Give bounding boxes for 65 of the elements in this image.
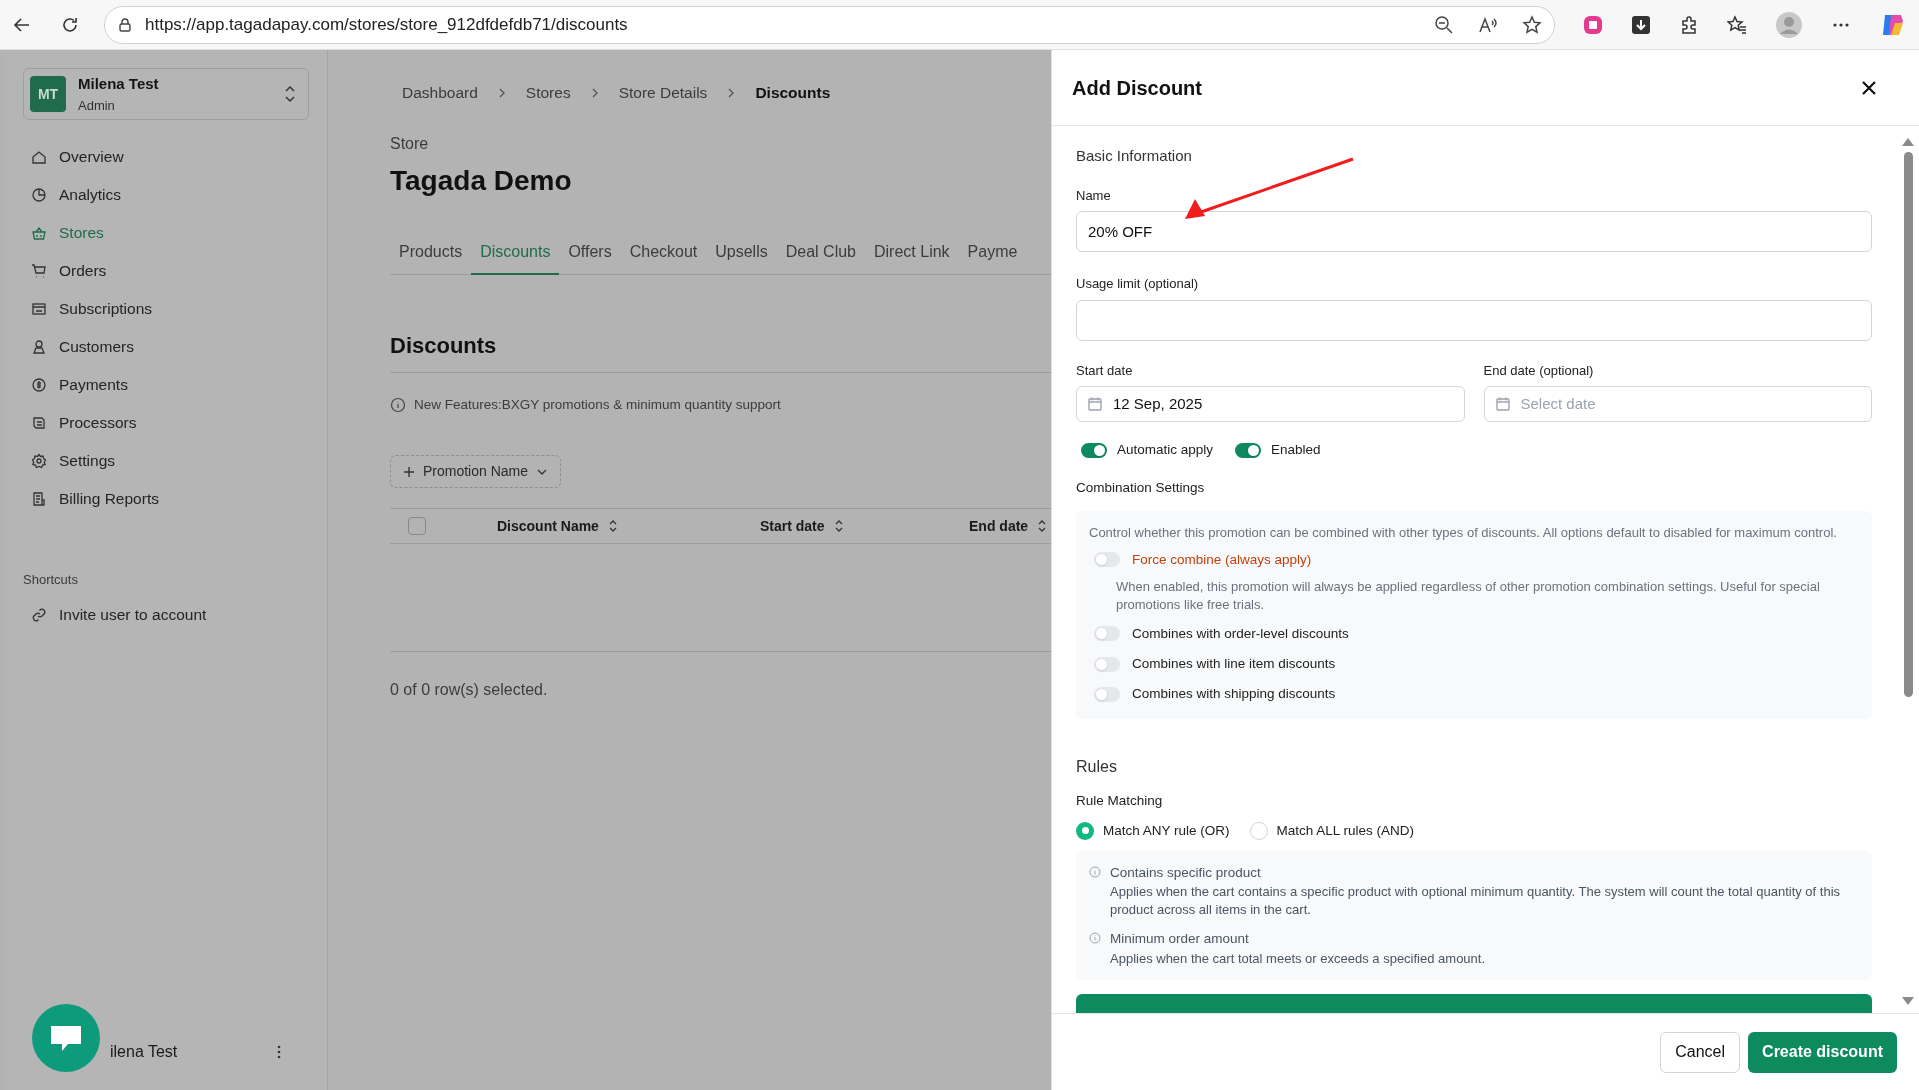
- start-date-field[interactable]: 12 Sep, 2025: [1076, 386, 1465, 422]
- account-role: Admin: [78, 96, 116, 115]
- nav-item[interactable]: Billing Reports: [23, 484, 309, 514]
- rule-description: Applies when the cart contains a specific product with optional minimum quantity. The system will count the total quantity of this product across all items in the cart.: [1110, 883, 1842, 920]
- promotion-name-filter[interactable]: Promotion Name: [390, 455, 562, 489]
- notice-text: New Features:BXGY promotions & minimum quantity support: [414, 396, 781, 414]
- selection-count: 0 of 0 row(s) selected.: [390, 680, 549, 701]
- section-heading: Basic Information: [1076, 146, 1193, 166]
- account-switcher[interactable]: MT Milena Test Admin: [23, 68, 309, 120]
- nav-item[interactable]: Settings: [23, 446, 309, 476]
- rule-title: Minimum order amount: [1110, 930, 1250, 949]
- user-name: ilena Test: [110, 1042, 178, 1062]
- cancel-button[interactable]: Cancel: [1660, 1031, 1741, 1073]
- nav-item[interactable]: Subscriptions: [23, 294, 309, 324]
- toggle-label: Enabled: [1271, 441, 1321, 459]
- store-label: Store: [390, 134, 430, 154]
- create-discount-button[interactable]: Create discount: [1748, 1031, 1897, 1073]
- tab[interactable]: Deal Club: [776, 230, 865, 275]
- url-text: https://app.tagadapay.com/stores/store_912dfdefdb71/discounts: [145, 13, 629, 36]
- nav-item[interactable]: Payments: [23, 370, 309, 400]
- name-field[interactable]: 20% OFF: [1076, 211, 1872, 252]
- rule-title: Contains specific product: [1110, 864, 1262, 882]
- column-header[interactable]: End date: [969, 515, 1049, 537]
- field-label: Start date: [1076, 361, 1134, 380]
- address-bar[interactable]: https://app.tagadapay.com/stores/store_912dfdefdb71/discounts: [104, 5, 1555, 44]
- field-label: Rule Matching: [1076, 791, 1164, 810]
- option-label: Force combine (always apply): [1132, 550, 1312, 569]
- breadcrumb-link[interactable]: Dashboard: [402, 80, 478, 105]
- toggle-label: Automatic apply: [1117, 441, 1214, 459]
- nav-item[interactable]: Orders: [23, 256, 309, 286]
- nav-item[interactable]: Customers: [23, 332, 309, 362]
- breadcrumb-current[interactable]: Discounts: [755, 80, 831, 105]
- section-heading: Combination Settings: [1076, 479, 1206, 498]
- tab[interactable]: Products: [390, 230, 472, 275]
- tab[interactable]: Checkout: [620, 230, 707, 275]
- breadcrumb-link[interactable]: Store Details: [618, 80, 708, 105]
- field-label: Usage limit (optional): [1076, 275, 1200, 293]
- radio-label: Match ANY rule (OR): [1103, 821, 1230, 840]
- account-name: Milena Test: [78, 74, 160, 94]
- rule-description: Applies when the cart total meets or exceeds a specified amount.: [1110, 949, 1486, 968]
- nav-item[interactable]: Processors: [23, 408, 309, 438]
- avatar: MT: [30, 76, 66, 112]
- section-title: Discounts: [390, 329, 1051, 373]
- nav-item[interactable]: Overview: [23, 142, 309, 172]
- option-label: Combines with shipping discounts: [1132, 685, 1336, 704]
- column-header[interactable]: Start date: [760, 515, 845, 537]
- option-label: Combines with order-level discounts: [1132, 624, 1349, 643]
- radio-label: Match ALL rules (AND): [1276, 821, 1415, 840]
- nav-item[interactable]: Analytics: [23, 180, 309, 210]
- tab[interactable]: Offers: [559, 230, 621, 275]
- drawer-title: Add Discount: [1072, 75, 1202, 101]
- store-name: Tagada Demo: [390, 164, 573, 198]
- panel-description: Control whether this promotion can be combined with other types of discounts. All options default to disabled for maximum control.: [1089, 523, 1838, 542]
- breadcrumb-link[interactable]: Stores: [525, 80, 571, 105]
- field-label: Name: [1076, 186, 1112, 205]
- option-description: When enabled, this promotion will always be applied regardless of other promotion combination settings. Useful for special promotions like free trials.: [1116, 577, 1821, 614]
- option-label: Combines with line item discounts: [1132, 655, 1336, 673]
- shortcuts-heading: Shortcuts: [23, 571, 79, 589]
- section-heading: Rules: [1076, 756, 1118, 777]
- tab[interactable]: Direct Link: [865, 230, 959, 275]
- field-label: End date (optional): [1483, 361, 1595, 380]
- column-header[interactable]: Discount Name: [497, 515, 619, 537]
- shortcut-link[interactable]: Invite user to account: [23, 599, 309, 630]
- tab[interactable]: Payme: [958, 230, 1027, 275]
- tab[interactable]: Upsells: [706, 230, 777, 275]
